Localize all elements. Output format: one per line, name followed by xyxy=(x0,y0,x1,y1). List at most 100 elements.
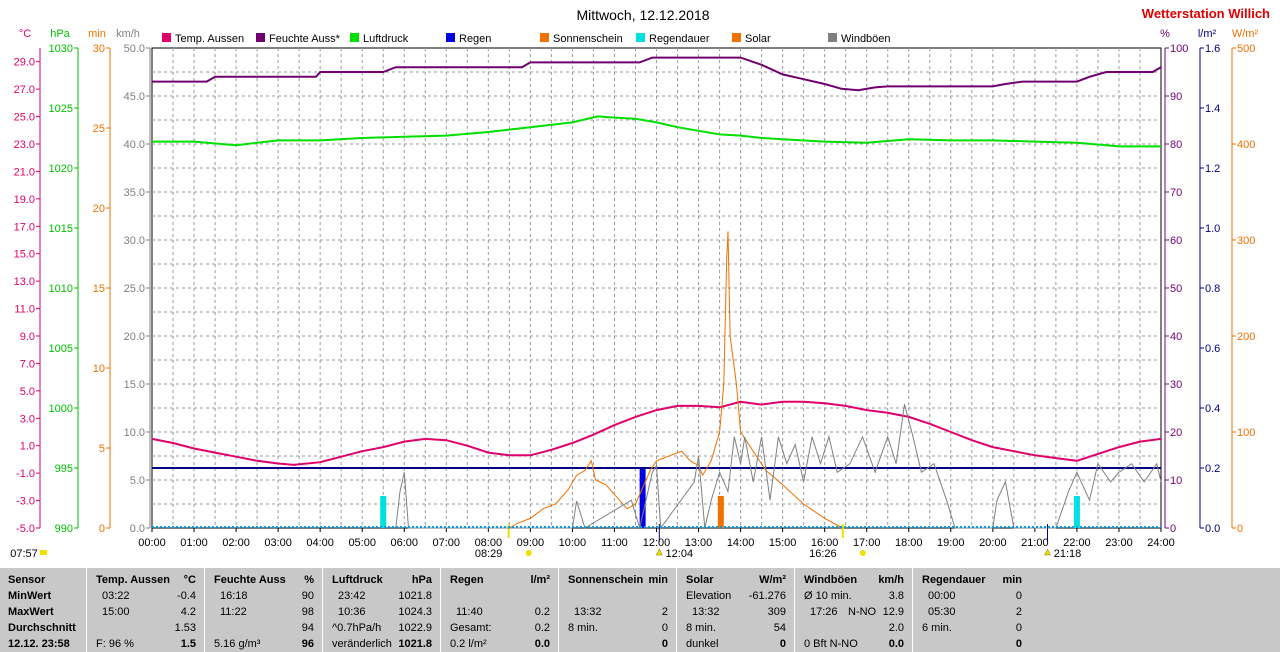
legend-swatch xyxy=(350,33,359,42)
time-tick-label: 02:00 xyxy=(222,537,250,549)
left-axis-tick-label: 10.0 xyxy=(124,427,145,439)
left-axis-tick-label: 25.0 xyxy=(124,283,145,295)
right-axis-unit: W/m² xyxy=(1232,28,1259,40)
stats-min-time: 00:00 xyxy=(928,590,956,602)
right-axis-tick-label: 40 xyxy=(1170,331,1182,343)
stats-avg-value: 1.53 xyxy=(174,622,196,634)
left-axis-tick-label: 7.0 xyxy=(20,358,35,370)
right-axis-tick-label: 1.4 xyxy=(1205,103,1220,115)
stats-unit: % xyxy=(304,574,314,586)
time-tick-label: 09:00 xyxy=(517,537,545,549)
sunset-icon xyxy=(859,550,866,556)
left-axis-tick-label: 25 xyxy=(93,123,105,135)
series-regen-bar xyxy=(639,468,646,528)
right-axis-tick-label: 30 xyxy=(1170,379,1182,391)
moonrise-time: 12:04 xyxy=(666,548,694,560)
right-axis-tick-label: 1.0 xyxy=(1205,223,1220,235)
stats-max-value: 2 xyxy=(1015,606,1022,618)
statistics-panel: Sensor MinWert MaxWert Durchschnitt 12.12. 2… xyxy=(0,568,1280,652)
stats-footer-label: 5.16 g/m³ xyxy=(214,638,261,650)
left-axis-tick-label: 1015 xyxy=(49,223,73,235)
left-axis-tick-label: -5.0 xyxy=(16,523,35,535)
stats-max-value: 4.2 xyxy=(180,606,196,618)
left-axis-tick-label: 19.0 xyxy=(14,194,35,206)
stats-min-value: -0.4 xyxy=(177,590,196,602)
column-separator xyxy=(676,568,677,652)
left-axis-tick-label: 29.0 xyxy=(14,57,35,69)
stats-avg-label: Gesamt: xyxy=(450,622,492,634)
legend-item: Luftdruck xyxy=(350,33,409,45)
right-axis-tick-label: 20 xyxy=(1170,427,1182,439)
stats-unit: min xyxy=(1002,574,1022,586)
right-axis-tick-label: 80 xyxy=(1170,139,1182,151)
stats-min-time: 23:42 xyxy=(338,590,366,602)
left-axis-tick-label: 15.0 xyxy=(14,249,35,261)
stats-min-time: 16:18 xyxy=(220,590,248,602)
stats-max-time: 05:30 xyxy=(928,606,956,618)
moonrise-icon xyxy=(655,548,663,556)
legend-item: Regen xyxy=(446,33,491,45)
right-axis-tick-label: 60 xyxy=(1170,235,1182,247)
stats-column-sunshine: Sonnenschein min 13:32 2 8 min. 0 0 xyxy=(560,568,678,652)
stats-footer-label: F: 96 % xyxy=(96,638,134,650)
time-tick-label: 19:00 xyxy=(937,537,965,549)
left-axis-tick-label: 1030 xyxy=(49,43,73,55)
time-tick-label: 20:00 xyxy=(979,537,1007,549)
column-separator xyxy=(794,568,795,652)
stats-header: Regen xyxy=(450,574,484,586)
stats-column-solar: Solar W/m² Elevation -61.276 13:32 309 8 min. 5… xyxy=(678,568,796,652)
series-regendauer-bar xyxy=(1073,496,1080,528)
left-axis-tick-label: 27.0 xyxy=(14,84,35,96)
stats-unit: hPa xyxy=(411,574,432,586)
stats-max-value: 12.9 xyxy=(882,606,904,618)
left-axis-tick-label: 3.0 xyxy=(20,413,35,425)
left-axis-unit: °C xyxy=(19,28,31,40)
stats-column-humidity: Feuchte Auss% 16:18 90 11:22 98 94 5.16 g/m³ 96 xyxy=(206,568,324,652)
stats-max-value: 1024.3 xyxy=(398,606,432,618)
daylight-start-time: 07:57 xyxy=(10,548,38,560)
stats-column-rainduration: Regendauer min 00:00 0 05:30 2 6 min. 0 0 xyxy=(914,568,1032,652)
legend-label: Regen xyxy=(459,33,491,45)
stats-row-label: MinWert xyxy=(8,590,52,602)
stats-footer-label: 0.2 l/m² xyxy=(450,638,487,650)
stats-min-time: 03:22 xyxy=(102,590,130,602)
time-tick-label: 05:00 xyxy=(348,537,376,549)
left-axis-tick-label: 23.0 xyxy=(14,139,35,151)
stats-max-value: 0.2 xyxy=(534,606,550,618)
right-axis-tick-label: 0.6 xyxy=(1205,343,1220,355)
time-tick-label: 04:00 xyxy=(306,537,334,549)
legend-item: Solar xyxy=(732,33,771,45)
stats-row-label: Durchschnitt xyxy=(8,622,76,634)
right-axis-tick-label: 0.2 xyxy=(1205,463,1220,475)
left-axis-tick-label: 1010 xyxy=(49,283,73,295)
moonset-time: 21:18 xyxy=(1054,548,1082,560)
left-axis-tick-label: 21.0 xyxy=(14,166,35,178)
stats-column-wind: Windböen km/h Ø 10 min. 3.8 17:26 N-NO 12.9 2.0… xyxy=(796,568,914,652)
stats-avg-label: 6 min. xyxy=(922,622,952,634)
stats-footer-value: 0.0 xyxy=(888,638,904,650)
legend-label: Solar xyxy=(745,33,771,45)
column-separator xyxy=(322,568,323,652)
chart-grid xyxy=(151,47,1162,529)
stats-max-time: 10:36 xyxy=(338,606,366,618)
right-axis-tick-label: 0.4 xyxy=(1205,403,1220,415)
stats-avg-value: 1022.9 xyxy=(398,622,432,634)
stats-avg-label: 8 min. xyxy=(686,622,716,634)
left-axis-tick-label: 10 xyxy=(93,363,105,375)
sunset-time: 16:26 xyxy=(809,548,837,560)
series-regendauer-bar xyxy=(380,496,387,528)
left-axis-tick-label: 1.0 xyxy=(20,441,35,453)
stats-header: Luftdruck xyxy=(332,574,383,586)
stats-footer-value: 0 xyxy=(661,638,668,650)
time-tick-label: 17:00 xyxy=(853,537,881,549)
right-axis-tick-label: 70 xyxy=(1170,187,1182,199)
stats-unit: l/m² xyxy=(530,574,550,586)
left-axis-unit: min xyxy=(88,28,106,40)
left-axis-tick-label: 0 xyxy=(99,523,105,535)
legend-label: Sonnenschein xyxy=(553,33,623,45)
weather-chart: °C 29.0 27.0 25.0 23.0 21.0 19.0 17.0 15.0 13.0 11… xyxy=(10,6,1270,560)
right-axis-tick-label: 50 xyxy=(1170,283,1182,295)
stats-max-value: 2 xyxy=(661,606,668,618)
left-axis-tick-label: 13.0 xyxy=(14,276,35,288)
legend-item: Feuchte Auss* xyxy=(256,33,341,45)
